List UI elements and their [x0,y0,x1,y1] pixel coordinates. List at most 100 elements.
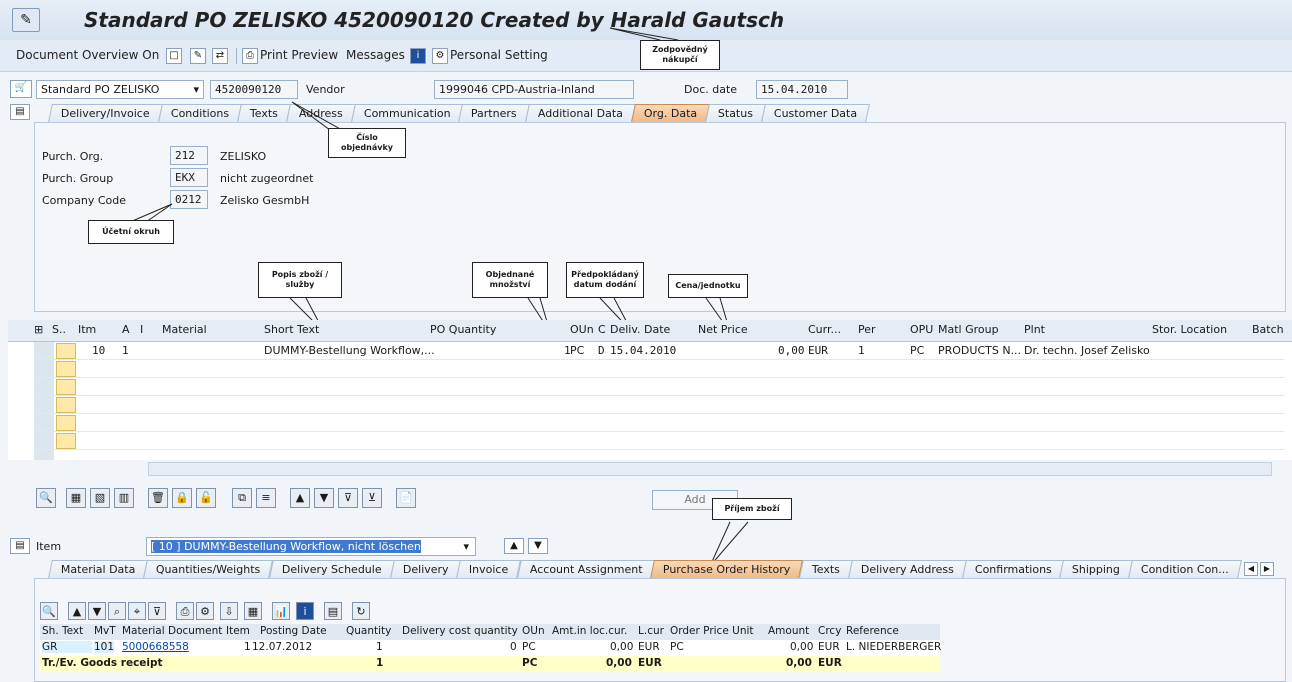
hcol-amount[interactable]: Amount [768,625,809,637]
collapse-header-icon[interactable]: ▤ [10,104,30,120]
tab-confirmations[interactable]: Confirmations [961,560,1065,578]
select-block-icon[interactable]: ▥ [114,488,134,508]
history-export-icon[interactable]: ⇩ [220,602,238,620]
item-select[interactable]: [ 10 ] DUMMY-Bestellung Workflow, nicht … [146,537,476,556]
history-filter-icon[interactable]: ▼ [88,602,106,620]
history-graphic-icon[interactable]: 📊 [272,602,290,620]
tab-scroll-left-icon[interactable]: ◀ [1244,562,1258,576]
tab-delivery-address[interactable]: Delivery Address [847,560,967,578]
history-views-icon[interactable]: ⚙ [196,602,214,620]
print-preview-icon[interactable]: ⎙ [242,48,258,64]
col-matl-group[interactable]: Matl Group [938,323,999,336]
col-i[interactable]: I [140,323,143,336]
history-layout-icon[interactable]: ▦ [244,602,262,620]
cell-net-price[interactable]: 0,00 [778,344,805,357]
tab-org-data[interactable]: Org. Data [631,104,711,122]
history-info-icon[interactable]: i [296,602,314,620]
document-overview-button[interactable]: Document Overview On [16,48,159,62]
hcell-material-document[interactable]: 5000668558 [122,641,189,653]
hcol-delivery-cost-qty[interactable]: Delivery cost quantity [402,625,518,637]
col-deliv-date[interactable]: Deliv. Date [610,323,670,336]
hcol-reference[interactable]: Reference [846,625,899,637]
col-short-text[interactable]: Short Text [264,323,319,336]
tab-communication[interactable]: Communication [350,104,464,122]
hcol-posting-date[interactable]: Posting Date [260,625,327,637]
col-stor-location[interactable]: Stor. Location [1152,323,1227,336]
hcol-item[interactable]: Item [226,625,250,637]
po-number-field[interactable]: 4520090120 [210,80,298,99]
history-details-icon[interactable]: 🔍 [40,602,58,620]
tab-delivery[interactable]: Delivery [389,560,462,578]
tab-texts[interactable]: Texts [237,104,291,122]
details-icon[interactable]: 🔍 [36,488,56,508]
tab-additional-data[interactable]: Additional Data [525,104,637,122]
col-status[interactable]: S.. [52,323,66,336]
col-batch[interactable]: Batch [1252,323,1284,336]
doc-type-select[interactable]: Standard PO ZELISKO ▾ [36,80,204,99]
delete-icon[interactable]: 🗑 [148,488,168,508]
hcol-amt-loc[interactable]: Amt.in loc.cur. [552,625,627,637]
cart-icon[interactable]: 🛒 [10,80,32,98]
purch-group-field[interactable]: EKX [170,168,208,187]
hcol-crcy[interactable]: Crcy [818,625,841,637]
tab-quantities-weights[interactable]: Quantities/Weights [143,560,274,578]
table-row[interactable] [34,378,1284,396]
set-filter-icon[interactable]: ⊽ [338,488,358,508]
col-itm[interactable]: Itm [78,323,96,336]
delete-filter-icon[interactable]: ⊻ [362,488,382,508]
col-curr[interactable]: Curr... [808,323,841,336]
aggregate-icon[interactable]: ≡ [256,488,276,508]
tab-delivery-schedule[interactable]: Delivery Schedule [268,560,395,578]
tab-conditions[interactable]: Conditions [157,104,242,122]
cell-short-text[interactable]: DUMMY-Bestellung Workflow,... [264,344,435,357]
tab-material-data[interactable]: Material Data [48,560,149,578]
col-per[interactable]: Per [858,323,876,336]
tab-account-assignment[interactable]: Account Assignment [516,560,656,578]
col-layout-icon[interactable]: ⊞ [34,323,43,336]
cell-deliv-date[interactable]: 15.04.2010 [610,344,676,357]
select-all-icon[interactable]: ▦ [66,488,86,508]
col-c[interactable]: C [598,323,606,336]
history-find-icon[interactable]: ⌕ [108,602,126,620]
collapse-item-icon[interactable]: ▤ [10,538,30,554]
col-net-price[interactable]: Net Price [698,323,748,336]
vendor-field[interactable]: 1999046 CPD-Austria-Inland [434,80,634,99]
table-row[interactable] [34,414,1284,432]
table-row[interactable] [34,396,1284,414]
deselect-all-icon[interactable]: ▧ [90,488,110,508]
tab-condition-control[interactable]: Condition Con... [1128,560,1243,578]
col-a[interactable]: A [122,323,130,336]
filter-icon[interactable]: ▼ [314,488,334,508]
lock-icon[interactable]: 🔒 [172,488,192,508]
tab-purchase-order-history[interactable]: Purchase Order History [650,560,804,578]
table-row[interactable] [34,432,1284,450]
history-set-filter-icon[interactable]: ⊽ [148,602,166,620]
tab-shipping[interactable]: Shipping [1059,560,1134,578]
col-material[interactable]: Material [162,323,207,336]
hcol-sh-text[interactable]: Sh. Text [42,625,83,637]
tab-delivery-invoice[interactable]: Delivery/Invoice [48,104,163,122]
purch-org-field[interactable]: 212 [170,146,208,165]
hcol-oun[interactable]: OUn [522,625,545,637]
copy-icon[interactable]: ⧉ [232,488,252,508]
previous-item-icon[interactable]: ▲ [504,538,524,554]
tab-status[interactable]: Status [705,104,767,122]
new-document-icon[interactable]: □ [166,48,182,64]
history-row[interactable]: GR 101 5000668558 1 12.07.2012 1 0 PC 0,… [40,640,941,656]
history-sort-icon[interactable]: ▲ [68,602,86,620]
tab-invoice[interactable]: Invoice [456,560,522,578]
other-po-icon[interactable]: ⇄ [212,48,228,64]
history-find-next-icon[interactable]: ⌖ [128,602,146,620]
tab-item-texts[interactable]: Texts [798,560,853,578]
hcol-quantity[interactable]: Quantity [346,625,391,637]
transaction-icon[interactable]: ✎ [12,8,40,32]
history-select-icon[interactable]: ▤ [324,602,342,620]
table-row[interactable] [34,360,1284,378]
hcol-mvt[interactable]: MvT [94,625,116,637]
sort-asc-icon[interactable]: ▲ [290,488,310,508]
col-oun[interactable]: OUn [570,323,594,336]
hcol-lcur[interactable]: L.cur [638,625,664,637]
personal-setting-icon[interactable]: ⚙ [432,48,448,64]
document-icon[interactable]: 📄 [396,488,416,508]
col-opu[interactable]: OPU [910,323,933,336]
